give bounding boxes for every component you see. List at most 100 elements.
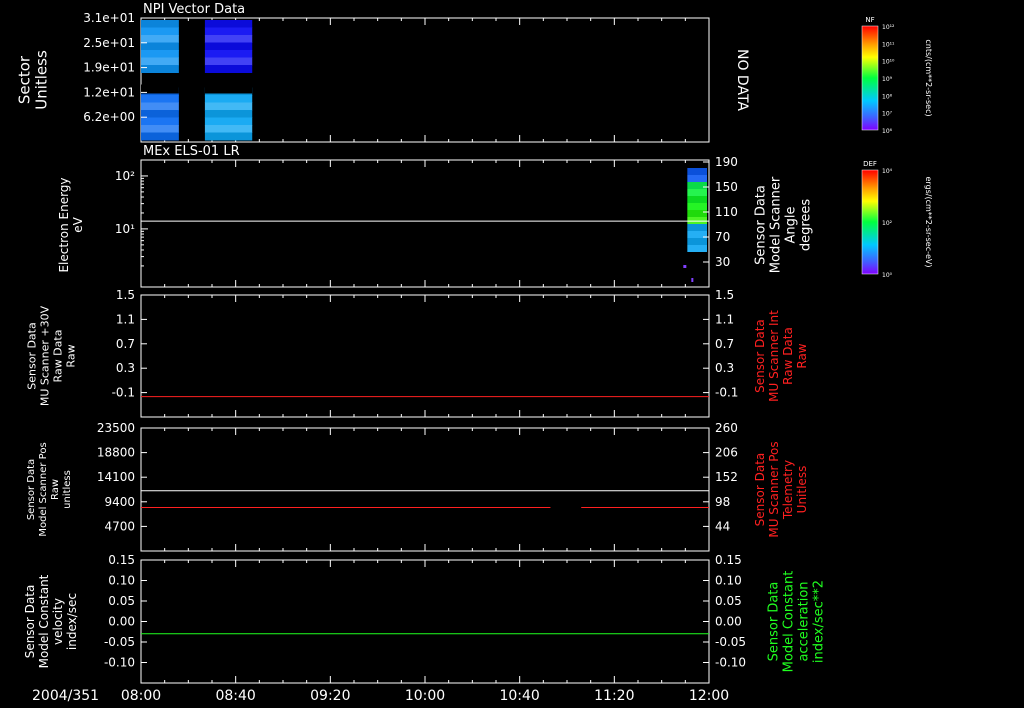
colorbar-tick: 10⁴ (882, 168, 893, 175)
panel5-right-label: acceleration (797, 581, 812, 661)
panel5-ylabel: Sensor Data (23, 585, 37, 659)
colorbar-tick: 10¹¹ (882, 41, 895, 48)
panel4-right-tick-label: 206 (715, 446, 738, 460)
colorbar-label: DEF (863, 160, 877, 168)
panel2-right-tick-label: 30 (715, 255, 730, 269)
panel5-right-tick-label: -0.05 (715, 635, 746, 649)
time-tick-label: 10:40 (499, 688, 539, 704)
spectrogram-cell (204, 117, 253, 126)
panel4-ytick-label: 23500 (97, 421, 135, 435)
panel5-ylabel: index/sec (65, 593, 79, 650)
panel2-title: MEx ELS-01 LR (143, 144, 240, 159)
spectrogram-cell (204, 20, 253, 28)
spectrogram-cell (141, 42, 179, 51)
spectrogram-cell (204, 50, 253, 58)
spectrogram-cell (141, 35, 179, 43)
panel5-right-tick-label: 0.10 (715, 574, 742, 588)
time-tick-label: 08:00 (121, 688, 161, 704)
spectrogram-cell (687, 182, 707, 189)
panel5-ylabel: Model Constant (37, 574, 51, 668)
spectrogram-cell (204, 35, 253, 43)
spectrogram-cell (204, 110, 253, 118)
panel4-ylabel: unitless (62, 470, 73, 509)
colorbar-tick: 10¹⁰ (882, 59, 895, 66)
panel5-ytick-label: -0.10 (104, 656, 135, 670)
colorbar-1 (861, 25, 879, 131)
time-tick-label: 09:20 (310, 688, 350, 704)
panel4-right-tick-label: 260 (715, 421, 738, 435)
spectrogram-cell (687, 168, 707, 175)
panel3-ytick-label: 1.5 (116, 288, 135, 302)
panel1-ytick-label: 2.5e+01 (83, 36, 135, 50)
time-tick-label: 08:40 (215, 688, 255, 704)
spectrogram-cell (141, 50, 179, 58)
panel2-right-label: Sensor Data (754, 185, 769, 265)
colorbar-tick: 10⁹ (882, 76, 893, 83)
panel3-right-label: Raw (795, 343, 809, 368)
panel4-ytick-label: 9400 (104, 495, 135, 509)
panel5-ytick-label: 0.15 (108, 553, 135, 567)
colorbar-tick: 10⁰ (882, 272, 893, 279)
time-tick-label: 10:00 (405, 688, 445, 704)
panel5-right-tick-label: 0.05 (715, 594, 742, 608)
panel4-right-label: Unitless (795, 466, 809, 514)
panel5-ytick-label: 0.10 (108, 574, 135, 588)
panel3-ytick-label: 0.3 (116, 361, 135, 375)
panel2-ylabel: Electron Energy (57, 177, 71, 272)
spectrogram-cell (687, 217, 707, 224)
panel5-ytick-label: 0.05 (108, 594, 135, 608)
panel2-right-label: Angle (784, 207, 799, 244)
spectrogram-cell (141, 132, 179, 141)
panel3-frame (140, 294, 710, 418)
spectrogram-cell (687, 203, 707, 210)
colorbar-tick: 10⁶ (882, 128, 893, 135)
panel4-right-tick-label: 152 (715, 470, 738, 484)
date-label: 2004/351 (32, 688, 99, 704)
spectrogram-cell (204, 65, 253, 73)
panel3-right-tick-label: 0.7 (715, 337, 734, 351)
panel3-right-label: MU Scanner Int (767, 310, 781, 402)
panel1-ytick-label: 1.2e+01 (83, 85, 135, 99)
colorbar-label: NF (865, 16, 874, 24)
panel4-ylabel: Model Scanner Pos (38, 442, 49, 536)
panel1-ytick-label: 3.1e+01 (83, 11, 135, 25)
panel3-right-tick-label: 0.3 (715, 361, 734, 375)
panel3-right-tick-label: 1.5 (715, 288, 734, 302)
panel3-ytick-label: -0.1 (112, 386, 135, 400)
spectrogram-cell (141, 95, 179, 103)
panel4-right-label: Telemetry (781, 460, 795, 520)
spectrogram-cell (141, 20, 179, 28)
panel1-ytick-label: 1.9e+01 (83, 61, 135, 75)
panel2-right-label: degrees (799, 199, 814, 252)
panel3-ylabel: Raw (65, 344, 78, 367)
panel2-ylabel: eV (71, 216, 85, 232)
spectrogram-cell (204, 95, 253, 103)
panel4-frame (140, 427, 710, 552)
panel4-right-tick-label: 98 (715, 495, 730, 509)
spectrogram-cell (687, 210, 707, 217)
spectrogram-cell (687, 238, 707, 245)
panel4-ylabel: Raw (50, 479, 61, 500)
panel2-right-tick-label: 150 (715, 180, 738, 194)
spectrogram-cell (204, 42, 253, 51)
colorbar-tick: 10¹² (882, 24, 895, 31)
colorbar-tick: 10⁷ (882, 111, 893, 118)
panel1-ylabel: Sector (16, 55, 34, 104)
panel4-ytick-label: 18800 (97, 446, 135, 460)
spectrogram-cell (141, 57, 179, 66)
panel5-ytick-label: -0.05 (104, 635, 135, 649)
panel5-frame (140, 559, 710, 684)
spectrogram-cell (687, 175, 707, 182)
plot-canvas: NPI Vector Data 3.1e+01 2.5e+01 1.9e+01 1.2e… (16, 2, 934, 704)
time-tick-label: 11:20 (594, 688, 634, 704)
no-data-label: NO DATA (734, 49, 750, 111)
panel4-right-tick-label: 44 (715, 519, 730, 533)
spectrogram-cell (687, 224, 707, 231)
panel2-frame (140, 159, 710, 288)
panel2-ytick-label: 10² (115, 169, 135, 183)
time-tick-label: 12:00 (689, 688, 729, 704)
panel5-right-label: Sensor Data (767, 582, 782, 662)
panel3-right-tick-label: 1.1 (715, 312, 734, 326)
panel2-right-label: Model Scanner (769, 176, 784, 273)
panel2-right-tick-label: 110 (715, 205, 738, 219)
